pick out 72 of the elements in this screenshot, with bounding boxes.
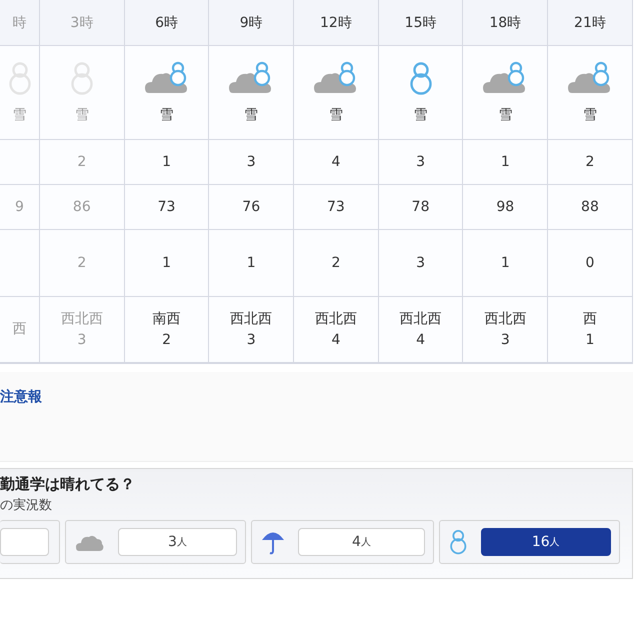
table-cell: 3: [416, 154, 426, 170]
table-cell: 1: [500, 154, 510, 170]
advisory-link[interactable]: 注意報: [0, 389, 42, 405]
table-cell: 98: [496, 198, 514, 216]
table-cell: 3: [416, 254, 426, 272]
vote-count: 4人: [298, 528, 425, 556]
wind-direction: 西: [582, 310, 597, 328]
weather-label: 雪: [414, 107, 428, 124]
time-header: 12時: [294, 0, 379, 46]
table-cell: 1: [162, 254, 171, 272]
cloud-with-snowman-icon: [314, 61, 358, 96]
table-cell: 9: [15, 198, 24, 216]
table-cell: 1: [162, 154, 171, 170]
weather-label: 雪: [582, 107, 597, 124]
snowman-icon: [8, 61, 30, 96]
cloud-with-snowman-icon: [229, 61, 274, 96]
cloud-with-snowman-icon: [483, 61, 528, 96]
vote-option[interactable]: 16人: [439, 520, 620, 564]
time-header: 6時: [124, 0, 210, 46]
wind-speed: 3: [246, 332, 256, 348]
table-cell: 73: [326, 198, 345, 216]
weather-label: 雪: [74, 107, 89, 124]
table-cell: 73: [158, 198, 176, 216]
table-cell: 86: [72, 198, 91, 216]
wind-direction: 西北西: [60, 310, 103, 328]
wind-speed: 3: [77, 332, 86, 348]
weather-label: 雪: [12, 107, 26, 124]
wind-speed: 4: [331, 332, 340, 348]
poll-subtitle: の実況数: [0, 497, 53, 514]
time-header: 3時: [40, 0, 125, 46]
wind-direction: 西北西: [314, 310, 357, 328]
table-cell: 88: [581, 198, 599, 216]
wind-direction: 西: [12, 321, 26, 338]
table-cell: 1: [246, 254, 256, 272]
wind-direction: 南西: [152, 310, 181, 328]
wind-speed: 2: [162, 332, 171, 348]
table-cell: 3: [246, 154, 256, 170]
wind-direction: 西北西: [484, 310, 526, 328]
table-cell: 2: [586, 154, 594, 170]
snowman-icon: [70, 61, 93, 96]
wind-speed: 1: [586, 332, 594, 348]
table-cell: 1: [500, 254, 510, 272]
weather-label: 雪: [160, 107, 174, 124]
table-cell: 78: [412, 198, 430, 216]
time-header: 18時: [463, 0, 548, 46]
vote-option[interactable]: [0, 520, 60, 564]
table-cell: 2: [77, 254, 86, 272]
cloud-with-snowman-icon: [568, 61, 612, 96]
weather-label: 雪: [328, 107, 343, 124]
snowman-icon: [450, 529, 466, 555]
cloud-with-snowman-icon: [144, 61, 189, 96]
wind-direction: 西北西: [400, 310, 442, 328]
vote-option[interactable]: 3人: [65, 520, 246, 564]
table-cell: 0: [586, 254, 594, 272]
table-cell: 4: [331, 154, 340, 170]
time-header: 9時: [209, 0, 294, 46]
vote-count: 3人: [118, 528, 237, 556]
table-cell: 2: [77, 154, 86, 170]
wind-speed: 4: [416, 332, 426, 348]
vote-count: 16人: [480, 528, 611, 556]
table-cell: 2: [331, 254, 340, 272]
vote-option[interactable]: 4人: [251, 520, 434, 564]
time-header: 15時: [378, 0, 464, 46]
wind-direction: 西北西: [230, 310, 272, 328]
wind-speed: 3: [500, 332, 510, 348]
table-cell: 76: [242, 198, 260, 216]
weather-label: 雪: [498, 107, 512, 124]
time-header: 21時: [548, 0, 633, 46]
snowman-icon: [410, 61, 432, 96]
time-header: 時: [0, 0, 40, 46]
poll-title: 勤通学は晴れてる？: [0, 475, 136, 494]
weather-label: 雪: [244, 107, 258, 124]
